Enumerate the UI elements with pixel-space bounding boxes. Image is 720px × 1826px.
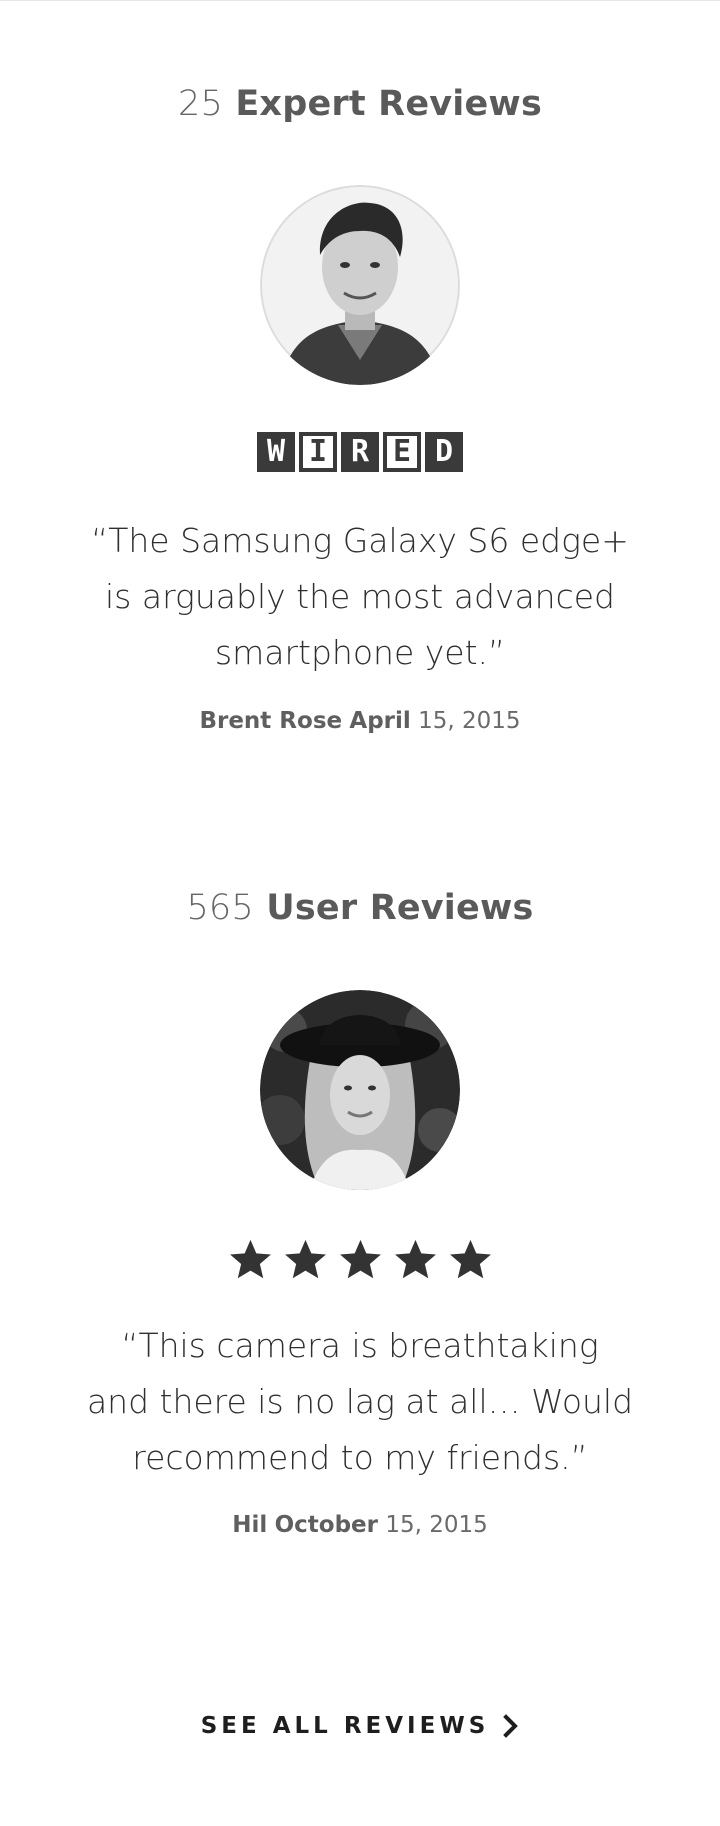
expert-reviews-count: 25 [178, 84, 223, 124]
expert-reviews-label: Expert Reviews [235, 84, 542, 124]
expert-quote-line-1: “The Samsung Galaxy S6 edge+ [91, 521, 629, 560]
expert-date-month: April [349, 708, 411, 734]
logo-letter-e: E [383, 432, 421, 472]
star-icon [284, 1239, 326, 1279]
user-date-month: October [274, 1512, 378, 1538]
user-reviews-heading: 565 User Reviews [0, 888, 720, 928]
user-avatar-wrap [0, 990, 720, 1190]
see-all-reviews-link[interactable]: SEE ALL REVIEWS [201, 1713, 520, 1739]
star-icon [229, 1239, 271, 1279]
star-icon [394, 1239, 436, 1279]
star-icon [339, 1239, 381, 1279]
user-reviews-section: 565 User Reviews [0, 888, 720, 928]
expert-quote-line-2: is arguably the most advanced [105, 577, 615, 616]
user-avatar [260, 990, 460, 1190]
user-quote: “This camera is breathtaking and there i… [0, 1318, 720, 1486]
chevron-right-icon [503, 1714, 519, 1738]
expert-reviews-heading: 25 Expert Reviews [0, 84, 720, 124]
user-quote-line-1: “This camera is breathtaking [121, 1326, 599, 1365]
user-reviews-count: 565 [186, 888, 254, 928]
cta-wrap: SEE ALL REVIEWS [0, 1713, 720, 1739]
expert-byline: Brent Rose April 15, 2015 [0, 708, 720, 734]
logo-letter-d: D [425, 432, 463, 472]
user-reviews-label: User Reviews [266, 888, 534, 928]
expert-date-rest: 15, 2015 [418, 708, 521, 734]
expert-author: Brent Rose [199, 708, 343, 734]
logo-letter-i: I [299, 432, 337, 472]
user-author: Hil [232, 1512, 268, 1538]
top-divider [0, 0, 720, 1]
rating-wrap [0, 1237, 720, 1286]
expert-reviews-section: 25 Expert Reviews [0, 84, 720, 124]
wired-logo: W I R E D [257, 432, 463, 472]
star-rating [228, 1237, 493, 1282]
user-quote-line-3: recommend to my friends.” [132, 1438, 588, 1477]
see-all-reviews-label: SEE ALL REVIEWS [200, 1713, 490, 1739]
user-date-rest: 15, 2015 [385, 1512, 488, 1538]
expert-quote: “The Samsung Galaxy S6 edge+ is arguably… [0, 513, 720, 681]
expert-avatar [260, 185, 460, 385]
user-quote-line-2: and there is no lag at all… Would [86, 1382, 634, 1421]
star-icon [449, 1239, 491, 1279]
expert-quote-line-3: smartphone yet.” [214, 633, 506, 672]
logo-letter-r: R [341, 432, 379, 472]
user-byline: Hil October 15, 2015 [0, 1512, 720, 1538]
expert-avatar-wrap [0, 185, 720, 385]
publication-logo-wrap: W I R E D [0, 432, 720, 472]
logo-letter-w: W [257, 432, 295, 472]
